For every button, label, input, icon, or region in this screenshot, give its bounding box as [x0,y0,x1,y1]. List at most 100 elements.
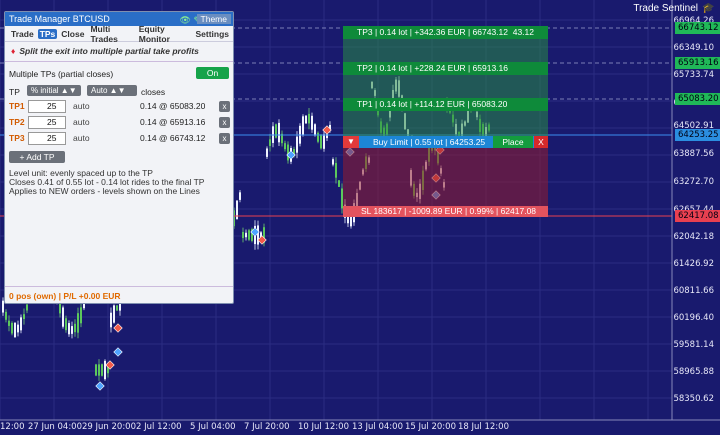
candle-body [95,364,97,376]
remove-tp-button[interactable]: x [219,117,230,128]
trade-marker-icon [113,347,123,357]
brand-label: Trade Sentinel [633,3,698,14]
time-axis-label: 2 Jul 12:00 [136,422,182,432]
candle-body [59,302,61,314]
price-tag: 66743.12 [675,22,720,34]
price-axis-label: 66349.10 [673,43,714,53]
candle-body [269,139,271,146]
candle-body [74,323,76,333]
bullet-icon: ♦ [11,46,16,56]
tab-tps[interactable]: TPs [37,28,58,39]
candle-body [284,143,286,150]
time-axis-label: 29 Jun 20:00 [82,422,136,432]
candle-body [338,180,340,187]
tp-percent-input[interactable]: 25 [28,116,66,129]
remove-tp-button[interactable]: x [219,133,230,144]
candle-body [17,324,19,333]
tab-close[interactable]: Close [59,29,86,39]
tp-percent-input[interactable]: 25 [28,132,66,145]
candle-body [320,135,322,149]
price-axis-label: 60196.40 [673,313,714,323]
candle-body [248,230,250,240]
theme-button[interactable]: Theme [196,14,231,24]
graduation-cap-icon: 🎓 [702,3,715,14]
tp-row-name: TP2 [9,117,25,127]
candle-body [308,113,310,124]
candle-body [311,115,313,130]
mode-selector[interactable]: % initial ▲▼ [27,85,81,96]
time-axis-label: 10 Jul 12:00 [298,422,349,432]
multiple-tps-toggle[interactable]: On [196,67,229,79]
candle-body [8,320,10,326]
divider [5,61,233,62]
candle-body [65,318,67,331]
place-button[interactable]: Place [493,136,533,148]
tp-auto-label: auto [73,101,90,111]
price-axis-label: 59581.14 [673,340,714,350]
candle-body [113,305,115,323]
candle-body [62,307,64,327]
tp1-line[interactable]: TP1 | 0.14 lot | +114.12 EUR | 65083.20 [343,98,548,111]
candle-body [266,148,268,157]
buy-limit-line[interactable]: ▼ Buy Limit | 0.55 lot | 64253.25 Place … [343,136,548,148]
buy-limit-text: Buy Limit | 0.55 lot | 64253.25 [373,137,486,147]
price-axis-label: 58350.62 [673,394,714,404]
trade-marker-icon [113,323,123,333]
tp-auto-label: auto [73,117,90,127]
multiple-tps-label: Multiple TPs (partial closes) [9,69,114,79]
price-tag: 62417.08 [675,210,720,222]
price-axis-label: 65733.74 [673,70,714,80]
sl-line[interactable]: SL 183617 | -1009.89 EUR | 0.99% | 62417… [343,206,548,217]
sl-line-text: SL 183617 | -1009.89 EUR | 0.99% | 62417… [361,206,537,216]
candle-body [332,159,334,165]
tab-trade[interactable]: Trade [9,29,36,39]
candle-body [26,304,28,311]
remove-tp-button[interactable]: x [219,101,230,112]
price-axis-label: 63272.70 [673,177,714,187]
candle-body [71,326,73,334]
tp-percent-input[interactable]: 25 [28,100,66,113]
candle-body [77,313,79,333]
tab-settings[interactable]: Settings [193,29,231,39]
direction-toggle[interactable]: ▼ [343,136,359,148]
tp-zone [343,26,548,136]
info-line: Applies to NEW orders - levels shown on … [9,186,200,196]
trade-manager-panel[interactable]: Trade Manager BTCUSD 👁 ✎ Theme Trade TPs… [4,11,234,304]
tp-lots-label: 0.14 @ 66743.12 [140,133,206,143]
candle-body [116,305,118,311]
panel-header[interactable]: Trade Manager BTCUSD 👁 ✎ Theme [5,12,233,26]
candle-body [335,162,337,178]
candle-body [242,231,244,239]
candle-body [23,314,25,319]
time-axis-label: 12:00 [0,422,25,432]
tp2-line[interactable]: TP2 | 0.14 lot | +228.24 EUR | 65913.16 [343,62,548,75]
tp3-line-extra: 43.12 [512,27,534,37]
tp3-line[interactable]: TP3 | 0.14 lot | +342.36 EUR | 66743.12 … [343,26,548,39]
tp-row-name: TP3 [9,133,25,143]
tab-bar: Trade TPs Close Multi Trades Equity Moni… [5,24,233,44]
candle-body [98,364,100,376]
candle-body [275,124,277,138]
add-tp-button[interactable]: + Add TP [9,151,65,163]
time-axis-label: 15 Jul 20:00 [405,422,456,432]
tp-lots-label: 0.14 @ 65083.20 [140,101,206,111]
tab-multi-trades[interactable]: Multi Trades [88,24,134,44]
candle-body [323,134,325,149]
time-axis-label: 5 Jul 04:00 [190,422,236,432]
price-axis-label: 63887.56 [673,149,714,159]
candle-body [110,312,112,328]
candle-body [239,192,241,200]
candle-body [68,323,70,335]
tp2-line-text: TP2 | 0.14 lot | +228.24 EUR | 65913.16 [357,63,508,73]
closes-label: closes [141,87,166,97]
tp-auto-label: auto [73,133,90,143]
candle-body [83,303,85,309]
auto-selector[interactable]: Auto ▲▼ [87,85,137,96]
price-tag: 65083.20 [675,93,720,105]
candle-body [257,225,259,245]
candle-body [314,124,316,136]
price-axis-label: 58965.88 [673,367,714,377]
candle-body [287,144,289,161]
candle-body [101,364,103,376]
cancel-order-button[interactable]: X [534,136,548,148]
